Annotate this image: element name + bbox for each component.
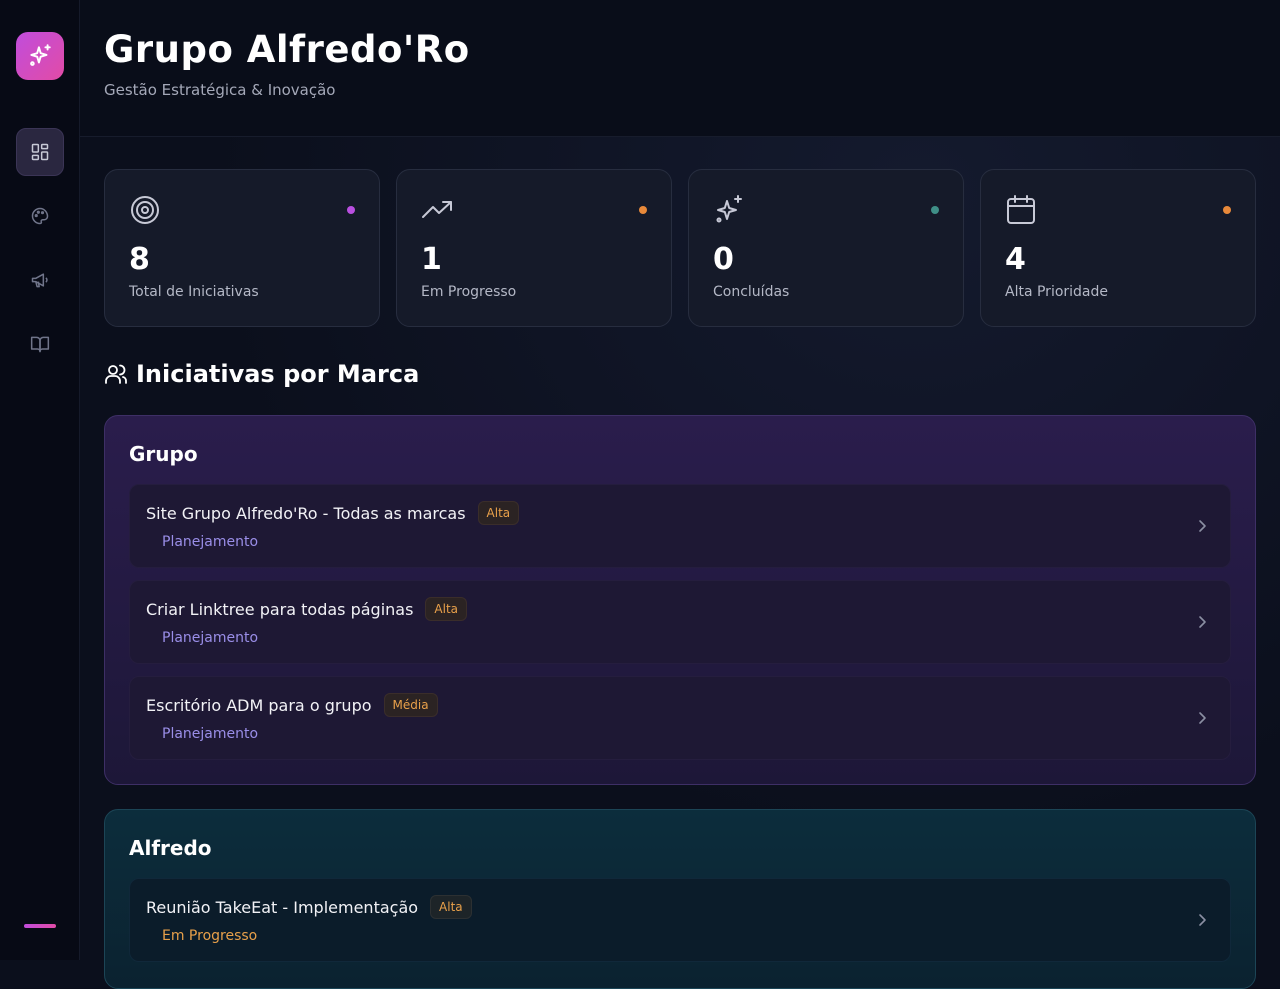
sidebar-accent-bar: [24, 924, 56, 928]
page-title: Grupo Alfredo'Ro: [104, 28, 470, 71]
priority-badge: Média: [383, 693, 438, 717]
nav-docs[interactable]: [16, 320, 64, 368]
dashboard-icon: [31, 143, 49, 161]
initiative-title: Reunião TakeEat - Implementação: [146, 897, 419, 917]
stat-card-high-priority: 4 Alta Prioridade: [980, 169, 1256, 327]
stat-value: 1: [421, 242, 442, 277]
page-subtitle: Gestão Estratégica & Inovação: [104, 81, 336, 99]
brand-name: Alfredo: [129, 836, 212, 860]
initiative-title: Escritório ADM para o grupo: [146, 695, 372, 715]
initiative-title: Site Grupo Alfredo'Ro - Todas as marcas: [146, 503, 466, 523]
chevron-right-icon: [1199, 616, 1206, 628]
initiative-status: Em Progresso: [162, 928, 258, 944]
stat-label: Alta Prioridade: [1005, 284, 1109, 300]
initiative-title: Criar Linktree para todas páginas: [146, 599, 414, 619]
target-icon: [131, 196, 159, 224]
users-icon: [105, 364, 127, 384]
initiative-status: Planejamento: [162, 726, 259, 742]
stat-indicator-dot: [931, 206, 939, 214]
palette-icon: [31, 207, 49, 225]
initiative-item[interactable]: Criar Linktree para todas páginas Alta P…: [129, 580, 1231, 664]
stat-indicator-dot: [1223, 206, 1231, 214]
section-heading: Iniciativas por Marca: [104, 358, 419, 390]
stat-value: 0: [713, 242, 734, 277]
initiative-status: Planejamento: [162, 630, 259, 646]
calendar-icon: [1007, 195, 1035, 224]
page-header: Grupo Alfredo'Ro Gestão Estratégica & In…: [80, 0, 1280, 137]
initiative-title-row: Escritório ADM para o grupo Média: [146, 693, 438, 717]
sparkles-icon: [716, 195, 742, 223]
nav-campaigns[interactable]: [16, 256, 64, 304]
nav-dashboard[interactable]: [16, 128, 64, 176]
stat-card-completed: 0 Concluídas: [688, 169, 964, 327]
brand-name: Grupo: [129, 442, 198, 466]
initiative-title-row: Reunião TakeEat - Implementação Alta: [146, 895, 472, 919]
stat-card-in-progress: 1 Em Progresso: [396, 169, 672, 327]
stat-label: Em Progresso: [421, 284, 517, 300]
main-content: Grupo Alfredo'Ro Gestão Estratégica & In…: [80, 0, 1280, 989]
section-title: Iniciativas por Marca: [136, 360, 420, 388]
brand-card-alfredo: Alfredo Reunião TakeEat - Implementação …: [104, 809, 1256, 989]
stat-label: Total de Iniciativas: [129, 284, 259, 300]
stat-indicator-dot: [639, 206, 647, 214]
app-logo[interactable]: [16, 32, 64, 80]
stat-value: 8: [129, 242, 150, 277]
chevron-right-icon: [1199, 914, 1206, 926]
priority-badge: Alta: [477, 501, 520, 525]
stat-label: Concluídas: [713, 284, 790, 300]
book-open-icon: [30, 336, 50, 353]
priority-badge: Alta: [430, 895, 472, 919]
stat-indicator-dot: [347, 206, 355, 214]
stat-value: 4: [1005, 242, 1026, 277]
initiative-item[interactable]: Escritório ADM para o grupo Média Planej…: [129, 676, 1231, 760]
sidebar: [0, 0, 80, 960]
chevron-right-icon: [1199, 712, 1206, 724]
chevron-right-icon: [1199, 520, 1206, 532]
stat-card-total: 8 Total de Iniciativas: [104, 169, 380, 327]
initiative-title-row: Site Grupo Alfredo'Ro - Todas as marcas …: [146, 501, 520, 525]
priority-badge: Alta: [425, 597, 468, 621]
initiative-title-row: Criar Linktree para todas páginas Alta: [146, 597, 468, 621]
megaphone-icon: [31, 273, 48, 288]
trending-up-icon: [422, 201, 452, 218]
brand-card-grupo: Grupo Site Grupo Alfredo'Ro - Todas as m…: [104, 415, 1256, 785]
sparkles-icon: [30, 44, 51, 66]
initiative-item[interactable]: Reunião TakeEat - Implementação Alta Em …: [129, 878, 1231, 962]
nav-palette[interactable]: [16, 192, 64, 240]
initiative-item[interactable]: Site Grupo Alfredo'Ro - Todas as marcas …: [129, 484, 1231, 568]
initiative-status: Planejamento: [162, 534, 259, 550]
